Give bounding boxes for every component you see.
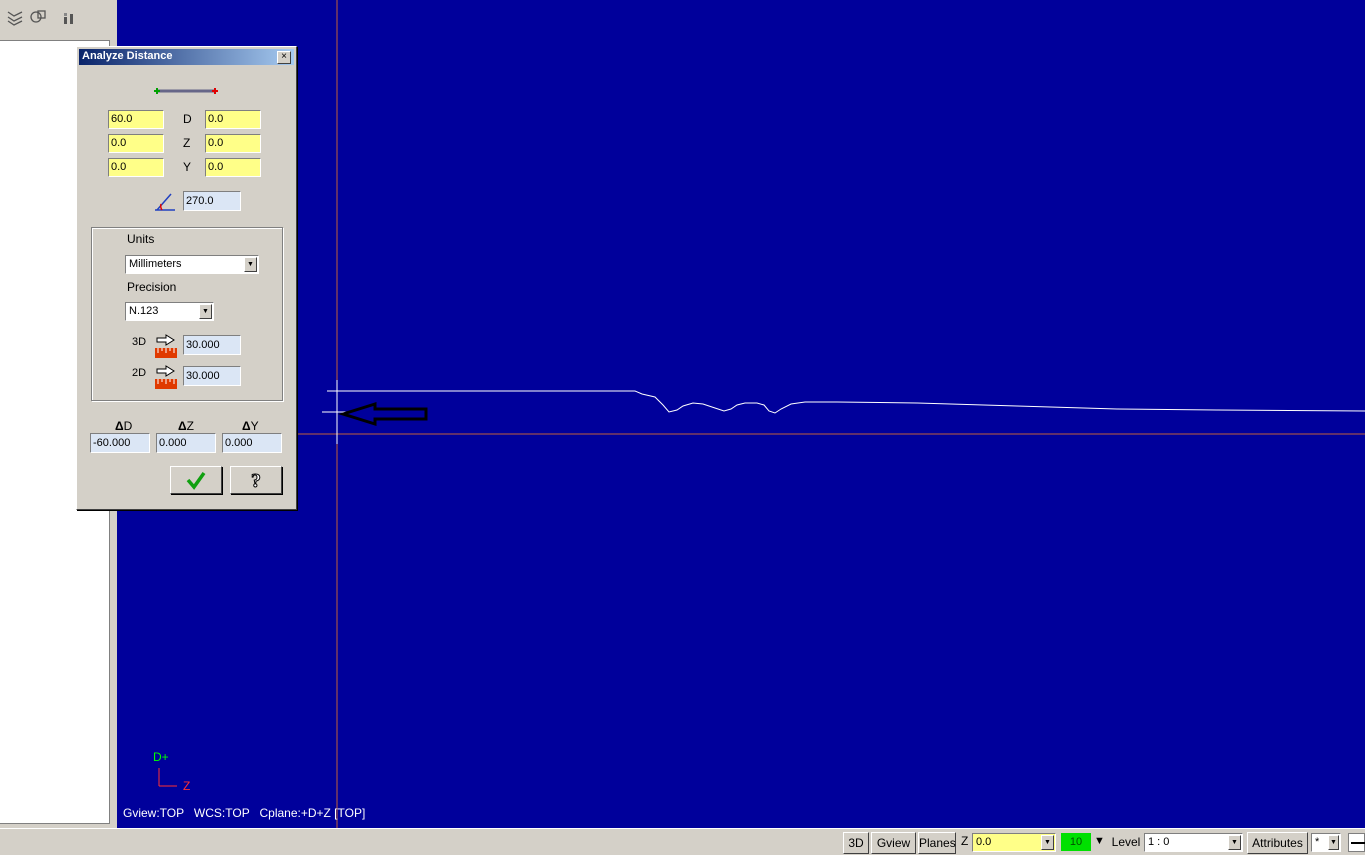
dialog-titlebar[interactable]: Analyze Distance × [79,49,294,65]
z-depth-label: Z [961,834,969,848]
color-dropdown-icon[interactable]: ▼ [1094,835,1105,847]
chevron-down-icon[interactable]: ▼ [1328,835,1339,850]
row-label-y: Y [183,160,192,174]
units-select[interactable]: Millimeters ▼ [125,255,259,274]
precision-label: Precision [127,280,177,294]
precision-value: N.123 [129,305,159,317]
row-label-z: Z [183,136,191,150]
chevron-down-icon[interactable]: ▼ [244,257,257,272]
help-button[interactable]: ? [230,466,282,494]
chevron-down-icon[interactable]: ▼ [1041,835,1054,850]
color-swatch[interactable]: 10 [1061,833,1091,851]
axis-label-right: Z [183,779,191,793]
point2-y-field[interactable]: 0.0 [205,158,261,177]
chart-icon[interactable] [60,8,78,26]
line-style-select[interactable] [1348,833,1365,852]
delta-d-axis: D [123,419,133,433]
delta-z-field[interactable]: 0.000 [156,433,216,453]
shapes-icon[interactable] [29,8,47,26]
endpoints-icon [152,84,222,102]
axis-indicator-icon [158,768,177,787]
z-depth-value: 0.0 [976,836,992,848]
3d-toggle-button[interactable]: 3D [843,832,869,854]
attributes-button[interactable]: Attributes [1247,832,1308,854]
status-bar: 3D Gview Planes Z 0.0 ▼ 10 ▼ Level 1 : 0… [0,828,1365,855]
delta-symbol: Δ [178,419,187,433]
layers-icon[interactable] [6,8,24,26]
ruler-icon [154,365,178,396]
point1-x-field[interactable]: 60.0 [108,110,164,129]
level-value: 1 : 0 [1148,836,1170,848]
analyze-distance-dialog: Analyze Distance × 60.0 D 0.0 0.0 Z 0.0 … [76,46,297,510]
help-icon: ? [251,470,262,493]
planes-button[interactable]: Planes [918,832,956,854]
view-status-text: Gview:TOP WCS:TOP Cplane:+D+Z [TOP] [123,806,366,820]
delta-symbol: Δ [115,419,124,433]
angle-field[interactable]: 270.0 [183,191,241,211]
check-icon [186,471,206,490]
point1-z-field[interactable]: 0.0 [108,134,164,153]
profile-curve [327,390,1365,414]
dist-3d-label: 3D [132,336,147,348]
ok-button[interactable] [170,466,222,494]
delta-y-axis: Y [250,419,259,433]
units-value: Millimeters [129,258,182,270]
level-label[interactable]: Level [1109,832,1143,854]
delta-y-label: ΔY [242,419,259,433]
close-button[interactable]: × [277,51,291,64]
delta-y-field[interactable]: 0.000 [222,433,282,453]
point-style-value: * [1315,836,1320,848]
point1-y-field[interactable]: 0.0 [108,158,164,177]
point2-z-field[interactable]: 0.0 [205,134,261,153]
delta-z-axis: Z [186,419,194,433]
precision-select[interactable]: N.123 ▼ [125,302,214,321]
svg-text:?: ? [251,470,261,492]
point-style-select[interactable]: * ▼ [1311,833,1341,852]
chevron-down-icon[interactable]: ▼ [199,304,212,319]
units-label: Units [127,232,155,246]
line-style-icon [1351,842,1365,844]
angle-icon [153,192,177,217]
ruler-icon [154,334,178,365]
point2-x-field[interactable]: 0.0 [205,110,261,129]
level-select[interactable]: 1 : 0 ▼ [1144,833,1243,852]
dialog-title: Analyze Distance [82,50,173,62]
graphics-viewport[interactable]: D+ Z [117,0,1365,828]
z-depth-select[interactable]: 0.0 ▼ [972,833,1056,852]
dist-3d-field[interactable]: 30.000 [183,335,241,355]
units-group: Units Millimeters ▼ Precision N.123 ▼ 3D… [91,227,283,401]
gview-button[interactable]: Gview [871,832,916,854]
chevron-down-icon[interactable]: ▼ [1228,835,1241,850]
row-label-d: D [183,112,192,126]
annotation-arrow [337,401,428,427]
left-toolbar [0,0,117,36]
axis-label-up: D+ [153,750,169,764]
viewport-canvas[interactable] [117,0,1365,828]
delta-symbol: Δ [242,419,251,433]
dist-2d-label: 2D [132,367,147,379]
dist-2d-field[interactable]: 30.000 [183,366,241,386]
delta-d-label: ΔD [115,419,132,433]
delta-d-field[interactable]: -60.000 [90,433,150,453]
delta-z-label: ΔZ [178,419,194,433]
